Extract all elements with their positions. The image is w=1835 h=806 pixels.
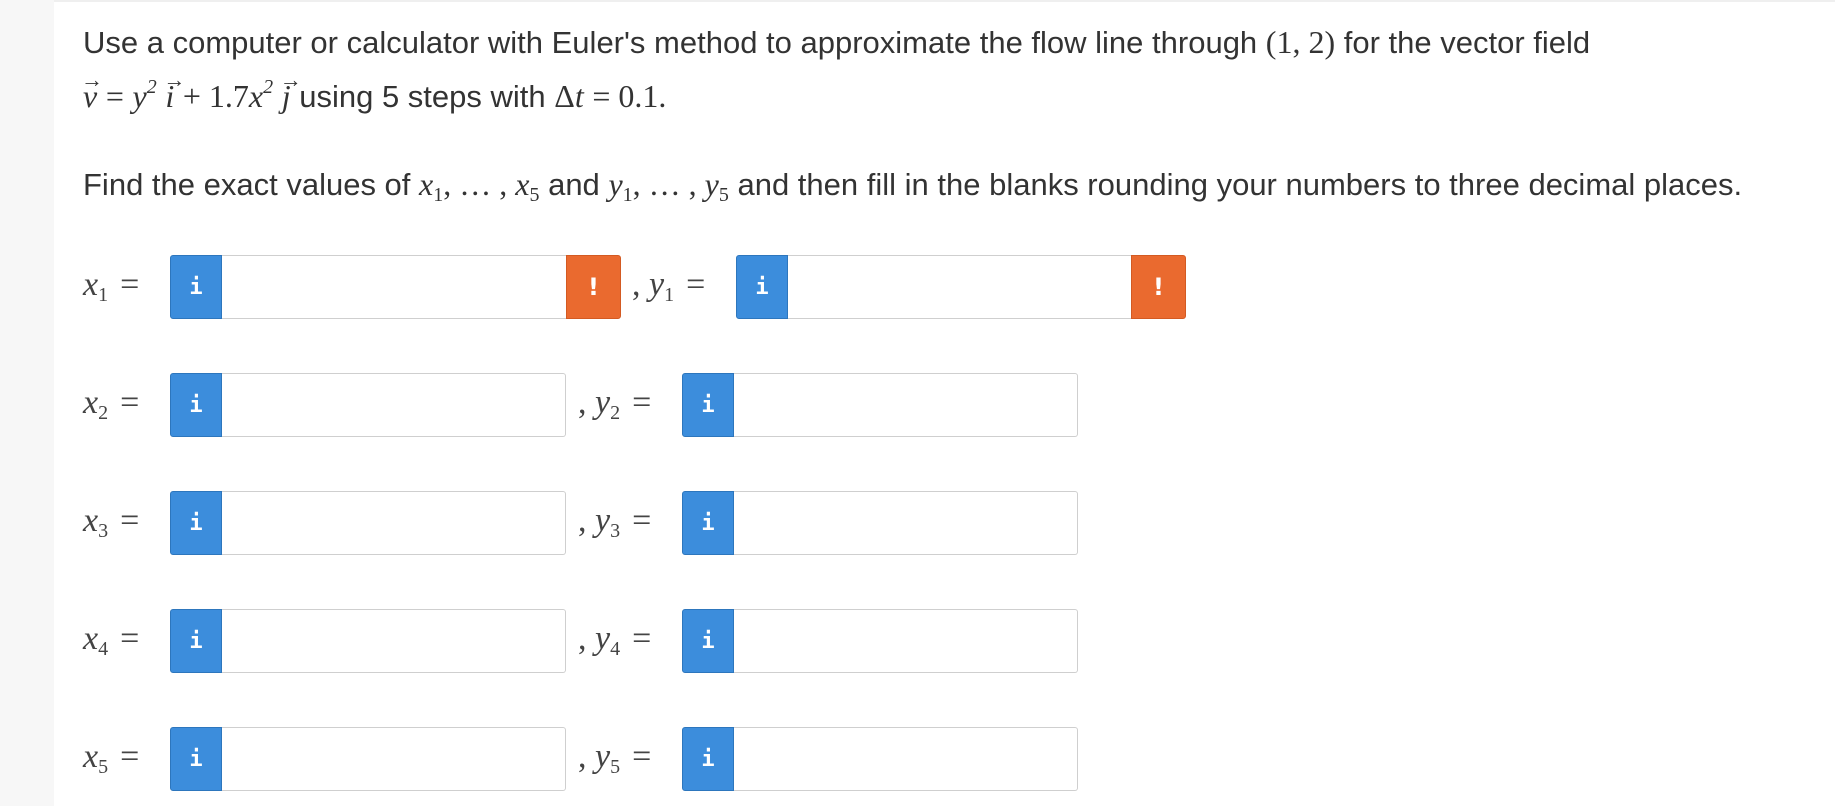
- info-icon: i: [755, 274, 769, 300]
- y2-label: , y2 =: [578, 384, 652, 424]
- x5-label: x5 =: [83, 738, 140, 778]
- and-text: and: [548, 167, 600, 202]
- x1-info-button[interactable]: i: [170, 255, 222, 319]
- y2-info-button[interactable]: i: [682, 373, 734, 437]
- x4-input[interactable]: [222, 609, 566, 673]
- dt-value: = 0.1.: [592, 78, 667, 114]
- x3-info-button[interactable]: i: [170, 491, 222, 555]
- info-icon: i: [701, 746, 715, 772]
- info-icon: i: [189, 510, 203, 536]
- instruction-line: Find the exact values of x1, … , x5 and …: [83, 164, 1742, 205]
- y3-input[interactable]: [734, 491, 1078, 555]
- instruction-a: Find the exact values of: [83, 167, 411, 202]
- y-sequence: y1, … , y5: [608, 166, 729, 206]
- y2-input[interactable]: [734, 373, 1078, 437]
- x5-info-button[interactable]: i: [170, 727, 222, 791]
- vector-i: → i: [163, 67, 186, 114]
- y-term: y2: [132, 76, 157, 114]
- x-sequence: x1, … , x5: [419, 166, 540, 206]
- x4-label: x4 =: [83, 620, 140, 660]
- x1-warning-button[interactable]: !: [566, 255, 621, 319]
- x5-input[interactable]: [222, 727, 566, 791]
- info-icon: i: [701, 628, 715, 654]
- left-margin-strip: [0, 0, 54, 806]
- info-icon: i: [189, 392, 203, 418]
- delta-symbol: Δ: [554, 78, 575, 114]
- y5-input[interactable]: [734, 727, 1078, 791]
- x1-label: x1 =: [83, 266, 140, 306]
- x2-info-button[interactable]: i: [170, 373, 222, 437]
- instruction-b: and then fill in the blanks rounding you…: [737, 167, 1743, 202]
- y1-input[interactable]: [788, 255, 1134, 319]
- x4-info-button[interactable]: i: [170, 609, 222, 673]
- y1-warning-button[interactable]: !: [1131, 255, 1186, 319]
- y5-label: , y5 =: [578, 738, 652, 778]
- vector-j: → j: [279, 67, 302, 114]
- problem-line-2: → v = y2 → i + 1.7x2 → j using 5 steps with…: [81, 67, 667, 117]
- info-icon: i: [189, 628, 203, 654]
- plus-coefficient: + 1.7: [182, 78, 249, 114]
- x-term: x2: [248, 76, 274, 114]
- x2-input[interactable]: [222, 373, 566, 437]
- info-icon: i: [701, 510, 715, 536]
- t-variable: t: [574, 78, 584, 114]
- y5-info-button[interactable]: i: [682, 727, 734, 791]
- intro-text: Use a computer or calculator with Euler'…: [83, 25, 1258, 60]
- info-icon: i: [189, 746, 203, 772]
- y1-label: , y1 =: [632, 266, 706, 306]
- vector-v: → v: [81, 67, 103, 114]
- intro-tail: for the vector field: [1343, 25, 1591, 60]
- warning-icon: !: [588, 273, 599, 301]
- warning-icon: !: [1153, 273, 1164, 301]
- x1-input[interactable]: [222, 255, 568, 319]
- point: (1, 2): [1265, 24, 1336, 60]
- top-divider: [54, 0, 1835, 2]
- x3-input[interactable]: [222, 491, 566, 555]
- info-icon: i: [189, 274, 203, 300]
- problem-line-1: Use a computer or calculator with Euler'…: [83, 22, 1590, 63]
- y3-info-button[interactable]: i: [682, 491, 734, 555]
- info-icon: i: [701, 392, 715, 418]
- y4-info-button[interactable]: i: [682, 609, 734, 673]
- x2-label: x2 =: [83, 384, 140, 424]
- equals: =: [105, 78, 124, 114]
- y4-input[interactable]: [734, 609, 1078, 673]
- using-text: using 5 steps with: [299, 79, 546, 114]
- y1-info-button[interactable]: i: [736, 255, 788, 319]
- x3-label: x3 =: [83, 502, 140, 542]
- y3-label: , y3 =: [578, 502, 652, 542]
- y4-label: , y4 =: [578, 620, 652, 660]
